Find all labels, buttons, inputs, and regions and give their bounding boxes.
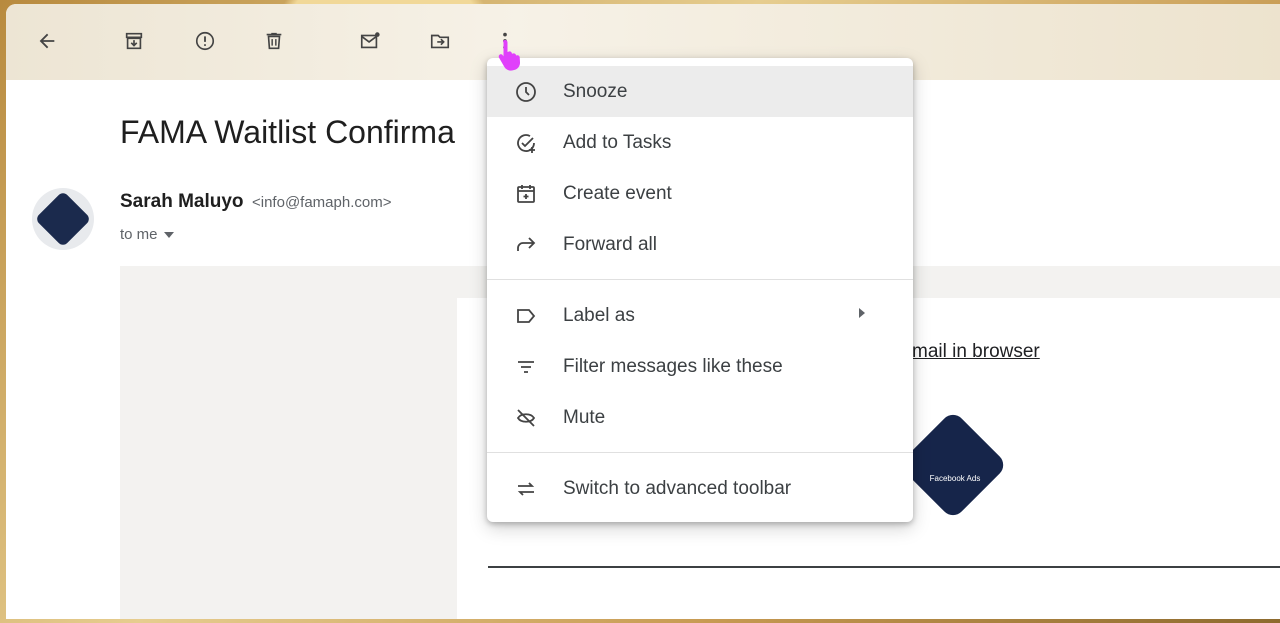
menu-item-switch-toolbar[interactable]: Switch to advanced toolbar [487, 463, 913, 514]
forward-icon [511, 230, 541, 260]
swap-icon [511, 474, 541, 504]
menu-item-create-event[interactable]: Create event [487, 168, 913, 219]
menu-divider [487, 452, 913, 453]
menu-item-label: Create event [563, 182, 672, 204]
mark-unread-icon[interactable] [355, 26, 385, 56]
brand-logo-text: Facebook Ads [929, 474, 981, 483]
view-in-browser-link[interactable]: mail in browser [912, 341, 1040, 363]
pointer-cursor-icon [498, 40, 521, 71]
chevron-down-icon [163, 231, 174, 238]
sender-logo-icon [34, 190, 92, 248]
mute-icon [511, 403, 541, 433]
menu-item-filter-messages[interactable]: Filter messages like these [487, 341, 913, 392]
menu-item-forward-all[interactable]: Forward all [487, 219, 913, 270]
delete-icon[interactable] [259, 26, 289, 56]
back-arrow-icon[interactable] [32, 26, 62, 56]
menu-item-label: Snooze [563, 80, 628, 102]
recipient-dropdown[interactable]: to me [120, 226, 174, 243]
menu-item-label: Forward all [563, 233, 657, 255]
calendar-icon [511, 179, 541, 209]
sender-avatar[interactable] [32, 188, 94, 250]
clock-icon [511, 77, 541, 107]
menu-divider [487, 279, 913, 280]
menu-item-add-to-tasks[interactable]: Add to Tasks [487, 117, 913, 168]
menu-item-label: Filter messages like these [563, 355, 783, 377]
more-options-menu: Snooze Add to Tasks Create event Forward… [487, 58, 913, 522]
archive-icon[interactable] [119, 26, 149, 56]
chevron-right-icon [859, 308, 865, 318]
sender-name[interactable]: Sarah Maluyo [120, 191, 244, 212]
email-subject: FAMA Waitlist Confirma [120, 114, 455, 150]
add-task-icon [511, 128, 541, 158]
menu-item-label: Label as [563, 304, 635, 326]
sender-email: <info@famaph.com> [252, 194, 392, 211]
menu-item-label: Add to Tasks [563, 131, 672, 153]
menu-item-label-as[interactable]: Label as [487, 290, 913, 341]
recipient-label: to me [120, 226, 158, 243]
menu-item-label: Switch to advanced toolbar [563, 477, 792, 499]
sender-info: Sarah Maluyo <info@famaph.com> [120, 191, 391, 213]
menu-item-mute[interactable]: Mute [487, 392, 913, 443]
menu-item-snooze[interactable]: Snooze [487, 66, 913, 117]
menu-item-label: Mute [563, 406, 606, 428]
label-icon [511, 301, 541, 331]
email-body-margin-left [120, 266, 457, 619]
report-spam-icon[interactable] [190, 26, 220, 56]
body-divider [488, 566, 1280, 568]
filter-icon [511, 352, 541, 382]
move-to-icon[interactable] [425, 26, 455, 56]
